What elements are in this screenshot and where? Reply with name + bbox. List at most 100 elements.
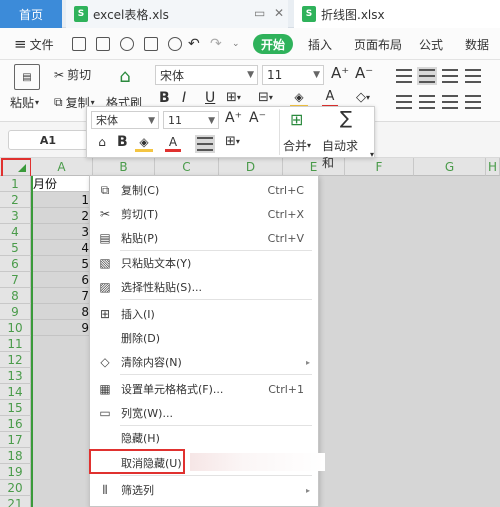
- mini-bold-button[interactable]: B: [117, 134, 128, 150]
- paste-button[interactable]: 粘贴 ▾: [10, 94, 39, 111]
- print-icon[interactable]: [144, 37, 158, 51]
- row-header-13[interactable]: 13: [0, 368, 31, 384]
- cell-a9[interactable]: 8: [31, 304, 93, 320]
- menu-item-6[interactable]: ⊞ 插入(I): [90, 302, 318, 326]
- menu-item-3[interactable]: ▤ 粘贴(P) Ctrl+V: [90, 226, 318, 250]
- row-header-21[interactable]: 21: [0, 496, 31, 507]
- format-painter-icon[interactable]: ⌂: [114, 64, 136, 88]
- cell-a10[interactable]: 9: [31, 320, 93, 336]
- name-box[interactable]: A1: [8, 130, 88, 150]
- menu-item-5[interactable]: ▨ 选择性粘贴(S)...: [90, 275, 318, 299]
- align-middle-icon[interactable]: [417, 67, 437, 85]
- column-header-a[interactable]: A: [31, 158, 93, 176]
- menu-item-10[interactable]: ▭ 列宽(W)...: [90, 401, 318, 425]
- mini-align-center-icon[interactable]: [195, 135, 215, 153]
- cell-a8[interactable]: 7: [31, 288, 93, 304]
- row-header-10[interactable]: 10: [0, 320, 31, 336]
- paste-icon[interactable]: ▤: [14, 64, 40, 90]
- autosum-button[interactable]: 自动求和 ▾: [322, 137, 374, 171]
- bold-button[interactable]: B: [159, 90, 170, 106]
- tab-start[interactable]: 开始: [253, 34, 293, 54]
- export-icon[interactable]: [120, 37, 134, 51]
- menu-item-8[interactable]: ◇ 清除内容(N) ▸: [90, 350, 318, 374]
- tab-page-layout[interactable]: 页面布局: [354, 28, 402, 60]
- sigma-icon[interactable]: ∑: [340, 108, 352, 129]
- column-header-h[interactable]: H: [486, 158, 500, 176]
- border-icon[interactable]: ⊞ ▾: [226, 90, 241, 105]
- monitor-icon[interactable]: ▭: [254, 6, 265, 20]
- row-header-8[interactable]: 8: [0, 288, 31, 304]
- cell-a7[interactable]: 6: [31, 272, 93, 288]
- preview-icon[interactable]: [168, 37, 182, 51]
- row-header-18[interactable]: 18: [0, 448, 31, 464]
- mini-border-icon[interactable]: ⊞ ▾: [225, 134, 240, 149]
- close-icon[interactable]: ✕: [274, 6, 284, 20]
- justify-icon[interactable]: [465, 95, 481, 109]
- mini-decrease-font-icon[interactable]: A⁻: [249, 110, 266, 126]
- row-header-16[interactable]: 16: [0, 416, 31, 432]
- row-header-5[interactable]: 5: [0, 240, 31, 256]
- row-header-17[interactable]: 17: [0, 432, 31, 448]
- mini-font-select[interactable]: 宋体 ▼: [91, 111, 159, 129]
- column-header-g[interactable]: G: [414, 158, 486, 176]
- table-style-icon[interactable]: ⊟ ▾: [258, 90, 273, 105]
- font-color-icon[interactable]: A: [322, 88, 338, 108]
- cell-a5[interactable]: 4: [31, 240, 93, 256]
- tab-chart-file[interactable]: S 折线图.xlsx: [294, 0, 500, 28]
- row-header-4[interactable]: 4: [0, 224, 31, 240]
- cell-a4[interactable]: 3: [31, 224, 93, 240]
- row-header-20[interactable]: 20: [0, 480, 31, 496]
- row-header-1[interactable]: 1: [0, 176, 31, 192]
- column-header-c[interactable]: C: [155, 158, 219, 176]
- tab-home[interactable]: 首页: [0, 0, 62, 28]
- align-bottom-icon[interactable]: [442, 69, 458, 83]
- tab-excel-file[interactable]: S excel表格.xls ▭ ✕: [66, 0, 288, 28]
- menu-item-1[interactable]: ⧉ 复制(C) Ctrl+C: [90, 178, 318, 202]
- menu-item-2[interactable]: ✂ 剪切(T) Ctrl+X: [90, 202, 318, 226]
- cut-button[interactable]: ✂ 剪切: [54, 66, 91, 83]
- clear-format-icon[interactable]: ◇ ▾: [356, 90, 370, 105]
- menu-item-7[interactable]: 删除(D): [90, 326, 318, 350]
- font-size-select[interactable]: 11 ▼: [262, 65, 324, 85]
- menu-item-4[interactable]: ▧ 只粘贴文本(Y): [90, 251, 318, 275]
- undo-icon[interactable]: ↶: [188, 28, 200, 60]
- column-header-b[interactable]: B: [93, 158, 155, 176]
- mini-font-size-select[interactable]: 11 ▼: [163, 111, 219, 129]
- row-header-19[interactable]: 19: [0, 464, 31, 480]
- merge-button[interactable]: 合并 ▾: [283, 137, 311, 154]
- merge-icon[interactable]: ⊞: [290, 110, 303, 129]
- row-header-6[interactable]: 6: [0, 256, 31, 272]
- mini-increase-font-icon[interactable]: A⁺: [225, 110, 242, 126]
- fill-color-icon[interactable]: ◈: [290, 88, 308, 108]
- menu-item-9[interactable]: ▦ 设置单元格格式(F)... Ctrl+1: [90, 377, 318, 401]
- row-header-9[interactable]: 9: [0, 304, 31, 320]
- menu-item-11[interactable]: 隐藏(H): [90, 426, 318, 450]
- mini-format-painter-icon[interactable]: ⌂: [95, 134, 109, 150]
- row-header-12[interactable]: 12: [0, 352, 31, 368]
- underline-button[interactable]: U: [205, 90, 215, 106]
- mini-fill-color-icon[interactable]: ◈: [135, 134, 153, 152]
- tab-insert[interactable]: 插入: [308, 28, 332, 60]
- row-header-15[interactable]: 15: [0, 400, 31, 416]
- tab-data[interactable]: 数据: [465, 28, 489, 60]
- row-header-14[interactable]: 14: [0, 384, 31, 400]
- align-top-icon[interactable]: [396, 69, 412, 83]
- cell-a1[interactable]: 月份: [31, 176, 93, 192]
- column-header-d[interactable]: D: [219, 158, 283, 176]
- align-right-icon[interactable]: [442, 95, 458, 109]
- save-icon[interactable]: [96, 37, 110, 51]
- align-center-icon[interactable]: [419, 95, 435, 109]
- increase-font-icon[interactable]: A⁺: [331, 64, 349, 82]
- decrease-font-icon[interactable]: A⁻: [355, 64, 373, 82]
- menu-item-13[interactable]: ⫴ 筛选列 ▸: [90, 478, 318, 502]
- row-header-7[interactable]: 7: [0, 272, 31, 288]
- row-header-3[interactable]: 3: [0, 208, 31, 224]
- italic-button[interactable]: I: [182, 90, 186, 106]
- file-menu[interactable]: ≡ 文件: [14, 28, 54, 60]
- tab-formula[interactable]: 公式: [419, 28, 443, 60]
- cell-a6[interactable]: 5: [31, 256, 93, 272]
- orientation-icon[interactable]: [465, 69, 481, 83]
- align-left-icon[interactable]: [396, 95, 412, 109]
- row-header-2[interactable]: 2: [0, 192, 31, 208]
- mini-font-color-icon[interactable]: A: [165, 134, 181, 152]
